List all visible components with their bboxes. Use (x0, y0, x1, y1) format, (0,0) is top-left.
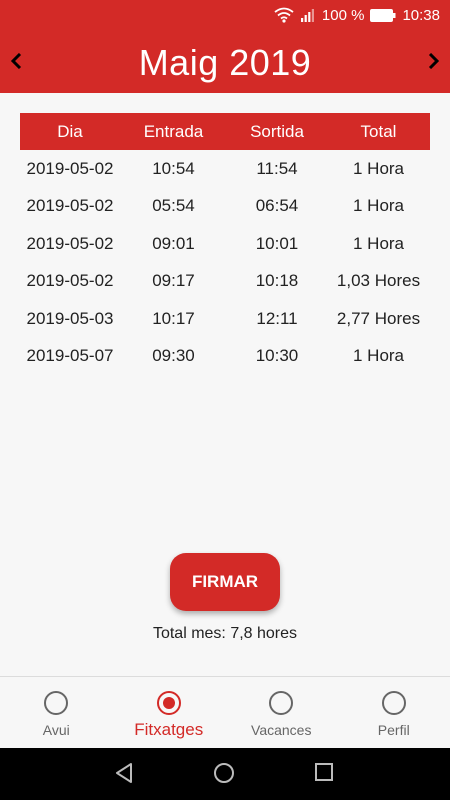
cell-total: 1 Hora (352, 346, 405, 366)
clock-in-table: Dia Entrada Sortida Total 2019-05-02 10:… (20, 113, 430, 375)
radio-checked-icon (156, 691, 181, 715)
home-icon[interactable] (213, 762, 235, 784)
cell-entry: 10:17 (152, 308, 195, 328)
battery-icon (370, 8, 396, 22)
cell-exit: 12:11 (256, 308, 298, 328)
month-title: Maig 2019 (138, 42, 312, 83)
sign-button[interactable]: FIRMAR (170, 553, 280, 611)
cell-exit: 10:01 (255, 233, 299, 253)
column-header-sortida: Sortida (250, 121, 304, 141)
signal-icon (300, 7, 316, 23)
cell-exit: 10:30 (255, 346, 299, 366)
nav-item-label: Perfil (377, 722, 410, 738)
cell-total: 1 Hora (352, 196, 405, 216)
cell-exit: 06:54 (255, 196, 299, 216)
column-header-total: Total (360, 121, 397, 141)
table-row[interactable]: 2019-05-02 09:01 10:01 1 Hora (20, 225, 430, 263)
cell-day: 2019-05-02 (26, 196, 114, 216)
table-row[interactable]: 2019-05-07 09:30 10:30 1 Hora (20, 338, 430, 376)
cell-total: 1 Hora (352, 158, 405, 178)
nav-item-label: Fitxatges (134, 720, 204, 739)
radio-unchecked-icon (381, 691, 406, 715)
table-row[interactable]: 2019-05-02 05:54 06:54 1 Hora (20, 188, 430, 226)
cell-total: 1,03 Hores (336, 271, 421, 291)
app-bar: Maig 2019 (0, 30, 450, 93)
column-header-entrada: Entrada (143, 121, 204, 141)
cell-day: 2019-05-02 (26, 158, 114, 178)
nav-item-label: Vacances (251, 722, 312, 738)
bottom-nav: Avui Fitxatges Vacances Perfil (0, 676, 450, 748)
monthly-total: Total mes: 7,8 hores (152, 625, 298, 642)
battery-percent: 100 % (321, 6, 365, 24)
cell-entry: 09:17 (152, 271, 195, 291)
nav-item-label: Avui (42, 722, 70, 738)
cell-entry: 09:01 (152, 233, 195, 253)
cell-entry: 10:54 (152, 158, 195, 178)
wifi-icon (274, 7, 294, 23)
chevron-right-icon[interactable] (424, 50, 444, 72)
cell-exit: 11:54 (256, 158, 298, 178)
column-header-dia: Dia (57, 121, 83, 141)
clock: 10:38 (402, 6, 440, 24)
cell-entry: 05:54 (152, 196, 195, 216)
cell-total: 2,77 Hores (336, 308, 421, 328)
cell-exit: 10:18 (255, 271, 299, 291)
radio-unchecked-icon (269, 691, 294, 715)
nav-item-vacances[interactable]: Vacances (225, 677, 338, 748)
nav-item-perfil[interactable]: Perfil (338, 677, 450, 748)
cell-day: 2019-05-02 (26, 233, 114, 253)
radio-unchecked-icon (44, 691, 69, 715)
table-row[interactable]: 2019-05-03 10:17 12:11 2,77 Hores (20, 300, 430, 338)
nav-item-fitxatges[interactable]: Fitxatges (113, 677, 226, 748)
cell-day: 2019-05-02 (26, 271, 114, 291)
cell-entry: 09:30 (152, 346, 195, 366)
table-row[interactable]: 2019-05-02 09:17 10:18 1,03 Hores (20, 263, 430, 301)
table-header: Dia Entrada Sortida Total (20, 113, 430, 150)
nav-item-avui[interactable]: Avui (0, 677, 113, 748)
back-icon[interactable] (113, 762, 135, 784)
status-bar: 100 % 10:38 (0, 0, 450, 30)
cell-day: 2019-05-03 (26, 308, 114, 328)
cell-total: 1 Hora (352, 233, 405, 253)
cell-day: 2019-05-07 (26, 346, 114, 366)
system-nav-bar (0, 748, 450, 800)
table-row[interactable]: 2019-05-02 10:54 11:54 1 Hora (20, 150, 430, 188)
recents-icon[interactable] (314, 762, 334, 782)
